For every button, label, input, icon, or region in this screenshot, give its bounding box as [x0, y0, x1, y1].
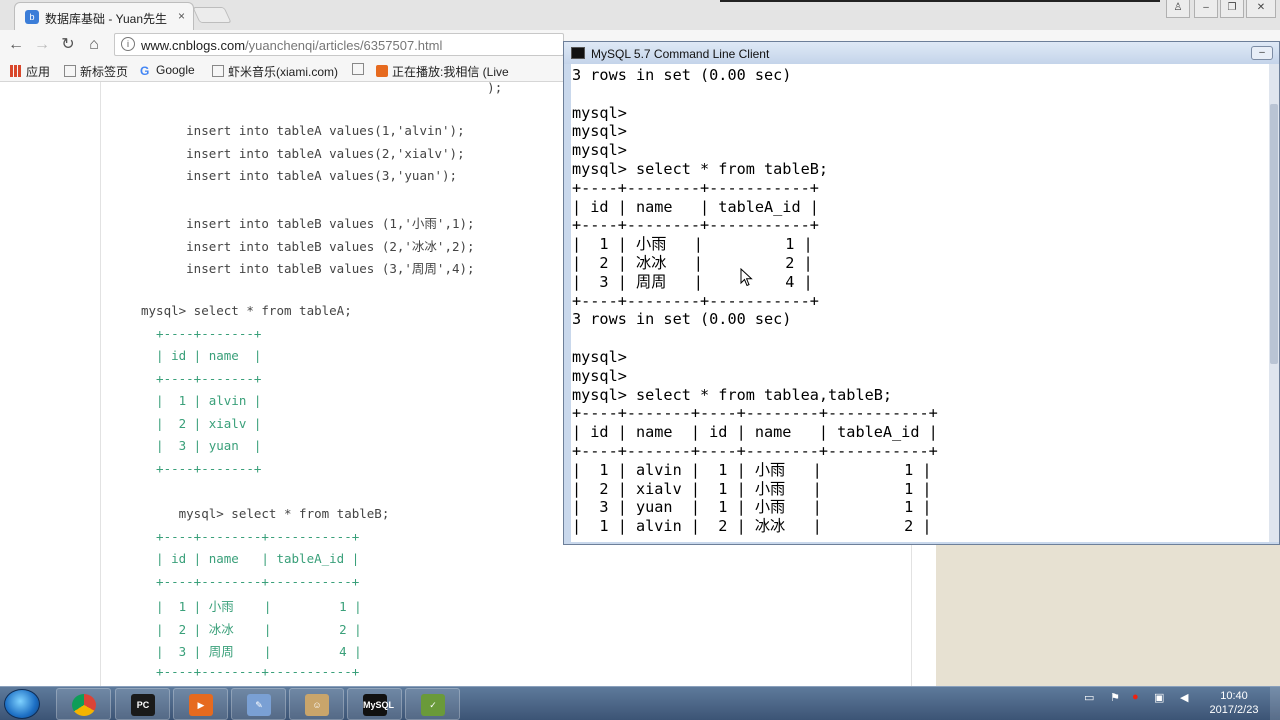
- window-edge-line: [720, 0, 1160, 2]
- start-button[interactable]: [4, 689, 40, 719]
- scrollbar-thumb[interactable]: [1270, 104, 1278, 364]
- article-code-line: | 1 | alvin |: [141, 393, 262, 408]
- record-icon[interactable]: ●: [1132, 691, 1139, 703]
- url-host: www.cnblogs.com: [141, 38, 246, 53]
- chrome-icon: [72, 694, 96, 716]
- apps-grid-icon: [10, 65, 22, 77]
- network-icon[interactable]: ▣: [1154, 691, 1164, 704]
- bookmark-label: 新标签页: [80, 65, 129, 79]
- article-code-line: insert into tableB values (3,'周周',4);: [141, 261, 475, 276]
- console-output: 3 rows in set (0.00 sec) mysql> mysql> m…: [572, 66, 938, 536]
- clock-date: 2017/2/23: [1209, 704, 1259, 716]
- bookmark-label: 虾米音乐(xiami.com): [228, 65, 338, 79]
- volume-icon[interactable]: ◀: [1180, 691, 1188, 704]
- google-icon: G: [140, 64, 150, 78]
- article-code-line: | 1 | 小雨 | 1 |: [141, 599, 362, 614]
- new-tab-button[interactable]: [192, 7, 232, 23]
- taskbar-notepad-button[interactable]: ✓: [405, 688, 460, 720]
- mouse-cursor-icon: [740, 268, 753, 287]
- cnblogs-favicon-icon: b: [25, 10, 39, 24]
- user-icon[interactable]: ♙: [1166, 0, 1190, 18]
- taskbar-paint-button[interactable]: ✎: [231, 688, 286, 720]
- tab-title: 数据库基础 - Yuan先生: [45, 12, 168, 26]
- forward-icon[interactable]: →: [32, 35, 52, 55]
- minimize-icon[interactable]: –: [1194, 0, 1218, 18]
- clock-time: 10:40: [1220, 690, 1248, 702]
- browser-tab-bar: b 数据库基础 - Yuan先生 × ♙ – ❐ ✕: [0, 0, 1280, 30]
- play-icon: [376, 65, 388, 77]
- console-scrollbar[interactable]: [1269, 64, 1279, 542]
- mysql-console-window[interactable]: MySQL 5.7 Command Line Client – 3 rows i…: [563, 41, 1280, 545]
- pycharm-icon: PC: [131, 694, 155, 716]
- bookmark-blank[interactable]: [352, 63, 368, 77]
- minimize-icon[interactable]: –: [1251, 46, 1273, 60]
- console-titlebar[interactable]: MySQL 5.7 Command Line Client –: [564, 42, 1279, 64]
- keyboard-icon[interactable]: ▭: [1084, 691, 1094, 704]
- bookmark-newtab[interactable]: 新标签页: [64, 63, 128, 80]
- mysql-console-icon: MySQL: [363, 694, 394, 716]
- bookmark-xiami[interactable]: 虾米音乐(xiami.com): [212, 63, 338, 80]
- console-app-icon: [571, 47, 585, 59]
- back-icon[interactable]: ←: [6, 35, 26, 55]
- url-text: www.cnblogs.com/yuanchenqi/articles/6357…: [141, 38, 442, 53]
- article-code-line: insert into tableA values(3,'yuan');: [141, 168, 458, 183]
- console-title: MySQL 5.7 Command Line Client: [591, 47, 770, 61]
- article-code-line: | id | name |: [141, 348, 262, 363]
- article-code-line: insert into tableB values (2,'冰冰',2);: [141, 239, 475, 254]
- address-bar[interactable]: i www.cnblogs.com/yuanchenqi/articles/63…: [114, 33, 564, 56]
- article-code-line: insert into tableB values (1,'小雨',1);: [141, 216, 475, 231]
- presenter-icon: ▶: [189, 694, 213, 716]
- show-desktop-button[interactable]: [1270, 687, 1280, 720]
- article-code-line: | 2 | 冰冰 | 2 |: [141, 622, 362, 637]
- taskbar-chrome-button[interactable]: [56, 688, 111, 720]
- system-clock[interactable]: 10:40 2017/2/23: [1198, 689, 1270, 717]
- close-window-icon[interactable]: ✕: [1246, 0, 1276, 18]
- bookmark-music[interactable]: 正在播放:我相信 (Live: [376, 63, 509, 80]
- article-code-line: | 3 | 周周 | 4 |: [141, 644, 362, 659]
- close-tab-icon[interactable]: ×: [178, 9, 185, 23]
- article-code-line: | 3 | yuan |: [141, 438, 262, 453]
- avatar-app-icon: ☺: [305, 694, 329, 716]
- url-path: /yuanchenqi/articles/6357507.html: [245, 38, 443, 53]
- site-info-icon[interactable]: i: [121, 37, 135, 51]
- bookmark-label: 应用: [26, 65, 51, 79]
- bookmark-google[interactable]: G Google: [140, 63, 195, 77]
- article-code-line: +----+--------+-----------+: [141, 664, 360, 679]
- article-code-line: +----+-------+: [141, 461, 262, 476]
- reload-icon[interactable]: ↻: [58, 35, 78, 55]
- bookmark-label: 正在播放:我相信 (Live: [392, 65, 509, 79]
- article-code-line: +----+-------+: [141, 371, 262, 386]
- article-code-line: insert into tableA values(2,'xialv');: [141, 146, 465, 161]
- article-code-line: mysql> select * from tableA;: [141, 303, 352, 318]
- page-margin-left: [0, 82, 100, 686]
- article-code-line: );: [141, 80, 503, 95]
- restore-icon[interactable]: ❐: [1220, 0, 1244, 18]
- bookmark-apps[interactable]: 应用: [10, 63, 50, 80]
- article-code-line: +----+--------+-----------+: [141, 529, 360, 544]
- taskbar: PC ▶ ✎ ☺ MySQL ✓ ▭ ⚑ ● ▣ ◀ 10:40 2017/2/23: [0, 686, 1280, 720]
- notepad-icon: ✓: [421, 694, 445, 716]
- article-code-line: | 2 | xialv |: [141, 416, 262, 431]
- home-icon[interactable]: ⌂: [84, 35, 104, 55]
- bookmark-label: Google: [156, 63, 195, 77]
- page-icon: [64, 65, 76, 77]
- console-screen[interactable]: 3 rows in set (0.00 sec) mysql> mysql> m…: [571, 64, 1271, 542]
- browser-tab[interactable]: b 数据库基础 - Yuan先生 ×: [14, 2, 194, 30]
- page-icon: [212, 65, 224, 77]
- taskbar-avatar-app-button[interactable]: ☺: [289, 688, 344, 720]
- article-code-line: mysql> select * from tableB;: [141, 506, 390, 521]
- paint-icon: ✎: [247, 694, 271, 716]
- taskbar-pycharm-button[interactable]: PC: [115, 688, 170, 720]
- taskbar-presenter-button[interactable]: ▶: [173, 688, 228, 720]
- flag-icon[interactable]: ⚑: [1110, 691, 1120, 704]
- article-code-line: +----+-------+: [141, 326, 262, 341]
- article-code-line: | id | name | tableA_id |: [141, 551, 360, 566]
- article-code-line: insert into tableA values(1,'alvin');: [141, 123, 465, 138]
- article-code-line: +----+--------+-----------+: [141, 574, 360, 589]
- taskbar-mysql-console-button[interactable]: MySQL: [347, 688, 402, 720]
- page-icon: [352, 63, 364, 75]
